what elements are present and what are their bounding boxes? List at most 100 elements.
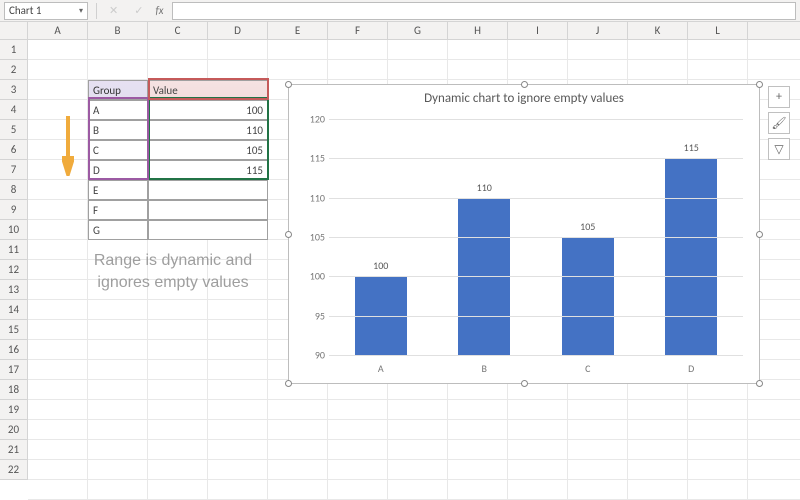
chart-x-tick: B: [433, 362, 537, 375]
cell-group[interactable]: D: [88, 160, 148, 180]
row-header[interactable]: 15: [0, 320, 27, 340]
chart-x-axis: ABCD: [329, 362, 743, 375]
row-header[interactable]: 14: [0, 300, 27, 320]
chart-add-icon[interactable]: +: [768, 86, 790, 108]
row-header[interactable]: 1: [0, 40, 27, 60]
cell-value[interactable]: [148, 200, 268, 220]
chart-gridline: [329, 237, 743, 238]
chart-y-tick: 110: [299, 191, 325, 204]
chart-bar[interactable]: [562, 237, 614, 355]
chart-title: Dynamic chart to ignore empty values: [289, 85, 759, 108]
annotation-text: Range is dynamic and ignores empty value…: [88, 250, 258, 293]
chart-gridline: [329, 198, 743, 199]
row-header[interactable]: 18: [0, 380, 27, 400]
row-header[interactable]: 7: [0, 160, 27, 180]
row-header[interactable]: 13: [0, 280, 27, 300]
cell-group[interactable]: C: [88, 140, 148, 160]
row-header[interactable]: 16: [0, 340, 27, 360]
column-header[interactable]: [0, 22, 28, 39]
row-header[interactable]: 10: [0, 220, 27, 240]
row-header[interactable]: 4: [0, 100, 27, 120]
chart-handle[interactable]: [285, 380, 292, 387]
chart-y-tick: 95: [299, 309, 325, 322]
formula-bar[interactable]: [172, 2, 796, 20]
row-header[interactable]: 5: [0, 120, 27, 140]
fx-icon[interactable]: fx: [155, 4, 163, 17]
chart-data-label: 110: [477, 181, 492, 194]
row-header[interactable]: 12: [0, 260, 27, 280]
column-header[interactable]: D: [208, 22, 268, 39]
column-header[interactable]: C: [148, 22, 208, 39]
chart-handle[interactable]: [285, 231, 292, 238]
cell-value[interactable]: [148, 220, 268, 240]
column-header[interactable]: H: [448, 22, 508, 39]
chart-object[interactable]: Dynamic chart to ignore empty values 100…: [288, 84, 760, 384]
row-header[interactable]: 22: [0, 460, 27, 480]
cell-value[interactable]: 110: [148, 120, 268, 140]
chart-gridline: [329, 119, 743, 120]
chart-handle[interactable]: [756, 380, 763, 387]
chart-controls: + 🖌 ▽: [768, 86, 790, 160]
table-row: F: [88, 200, 268, 220]
row-header[interactable]: 2: [0, 60, 27, 80]
chart-handle[interactable]: [756, 231, 763, 238]
name-box[interactable]: Chart 1 ▾: [4, 2, 88, 20]
column-header[interactable]: A: [28, 22, 88, 39]
cell-group[interactable]: F: [88, 200, 148, 220]
chart-style-icon[interactable]: 🖌: [768, 112, 790, 134]
row-header[interactable]: 11: [0, 240, 27, 260]
row-header[interactable]: 6: [0, 140, 27, 160]
chart-handle[interactable]: [521, 380, 528, 387]
chart-gridline: [329, 316, 743, 317]
column-headers: ABCDEFGHIJKL: [0, 22, 800, 40]
chart-handle[interactable]: [756, 81, 763, 88]
chevron-down-icon[interactable]: ▾: [79, 6, 83, 16]
chart-bar[interactable]: [665, 158, 717, 355]
chart-y-tick: 120: [299, 113, 325, 126]
chart-plot-area: 100110105115 9095100105110115120: [329, 119, 743, 355]
row-header[interactable]: 9: [0, 200, 27, 220]
chart-y-tick: 115: [299, 152, 325, 165]
chart-handle[interactable]: [521, 81, 528, 88]
column-header[interactable]: F: [328, 22, 388, 39]
chart-y-tick: 100: [299, 270, 325, 283]
table-row: D115: [88, 160, 268, 180]
row-header[interactable]: 3: [0, 80, 27, 100]
row-header[interactable]: 8: [0, 180, 27, 200]
table-header-value[interactable]: Value: [148, 80, 268, 100]
column-header[interactable]: E: [268, 22, 328, 39]
chart-y-tick: 90: [299, 349, 325, 362]
column-header[interactable]: G: [388, 22, 448, 39]
table-header-group[interactable]: Group: [88, 80, 148, 100]
column-header[interactable]: B: [88, 22, 148, 39]
cell-value[interactable]: [148, 180, 268, 200]
column-header[interactable]: I: [508, 22, 568, 39]
chart-gridline: [329, 355, 743, 356]
worksheet-grid[interactable]: Group Value A100B110C105D115EFG Range is…: [28, 40, 800, 500]
column-header[interactable]: L: [688, 22, 748, 39]
cell-group[interactable]: B: [88, 120, 148, 140]
chart-handle[interactable]: [285, 81, 292, 88]
cell-group[interactable]: G: [88, 220, 148, 240]
row-header[interactable]: 19: [0, 400, 27, 420]
cell-group[interactable]: A: [88, 100, 148, 120]
cell-value[interactable]: 100: [148, 100, 268, 120]
row-header[interactable]: 20: [0, 420, 27, 440]
row-header[interactable]: 21: [0, 440, 27, 460]
chart-data-label: 100: [373, 259, 388, 272]
chart-data-label: 115: [684, 141, 699, 154]
cell-value[interactable]: 105: [148, 140, 268, 160]
chart-data-label: 105: [580, 220, 595, 233]
table-row: E: [88, 180, 268, 200]
cell-value[interactable]: 115: [148, 160, 268, 180]
chart-filter-icon[interactable]: ▽: [768, 138, 790, 160]
cell-group[interactable]: E: [88, 180, 148, 200]
table-row: B110: [88, 120, 268, 140]
column-header[interactable]: J: [568, 22, 628, 39]
table-row: A100: [88, 100, 268, 120]
row-header[interactable]: 17: [0, 360, 27, 380]
row-headers: 12345678910111213141516171819202122: [0, 40, 28, 480]
column-header[interactable]: K: [628, 22, 688, 39]
accept-icon: ✓: [130, 4, 147, 17]
chart-y-tick: 105: [299, 231, 325, 244]
